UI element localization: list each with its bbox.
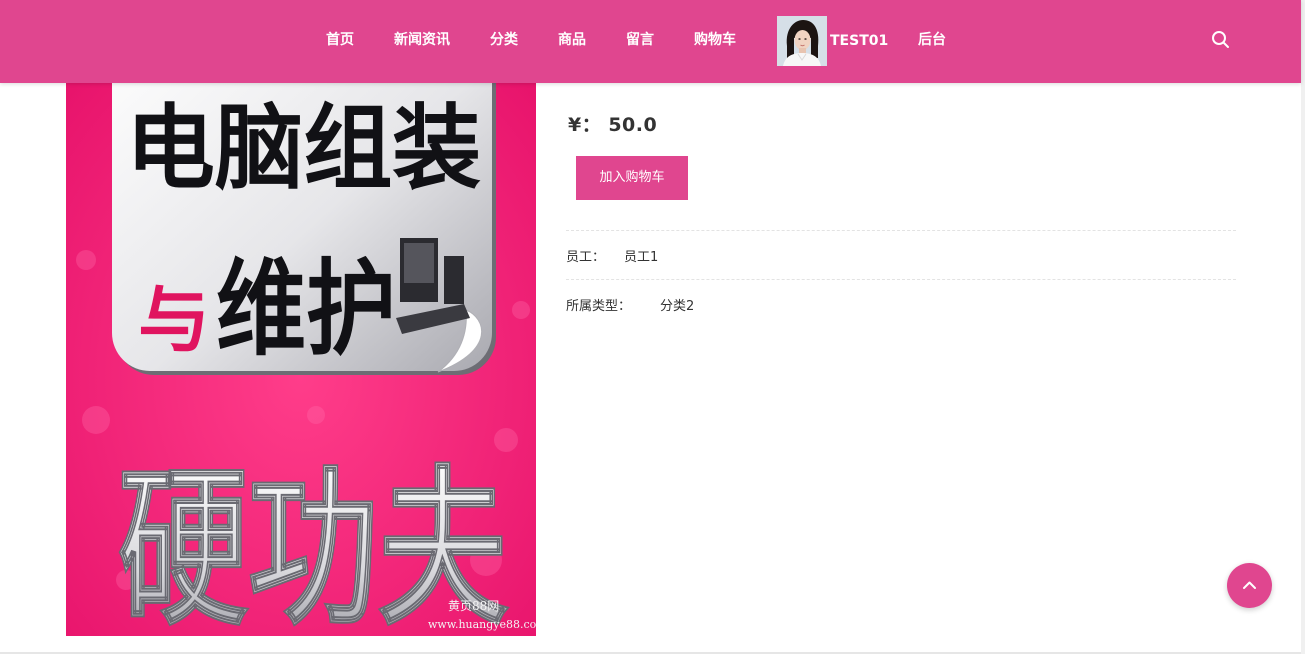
search-icon[interactable] [1210, 29, 1232, 51]
top-navbar: 首页 新闻资讯 分类 商品 留言 购物车 TEST01 后台 [0, 0, 1301, 83]
page-scrollbar[interactable] [1301, 0, 1305, 654]
staff-label: 员工： [566, 250, 606, 265]
nav-admin[interactable]: 后台 [918, 0, 946, 80]
type-value: 分类2 [660, 299, 695, 314]
cover-title-line-2: 维护 [216, 248, 396, 370]
cover-watermark-name: 黄页88网 [448, 599, 499, 613]
nav-message[interactable]: 留言 [626, 0, 654, 80]
nav-products[interactable]: 商品 [558, 0, 586, 80]
nav-home[interactable]: 首页 [326, 0, 354, 80]
info-divider [566, 279, 1236, 280]
user-avatar [777, 16, 827, 66]
nav-user[interactable]: TEST01 [777, 16, 888, 66]
cover-watermark-url: www.huangye88.com [428, 618, 536, 631]
product-image: 电脑组装 与 维护 硬功夫 黄页88网 www.huangye88.com [66, 60, 536, 636]
back-to-top-button[interactable] [1227, 563, 1272, 608]
product-price: ¥： 50.0 [568, 114, 658, 136]
nav-category[interactable]: 分类 [490, 0, 518, 80]
nav-news[interactable]: 新闻资讯 [394, 0, 450, 80]
info-divider [566, 230, 1236, 231]
cover-title-connector: 与 [138, 278, 210, 362]
chevron-up-icon [1243, 581, 1256, 589]
type-label: 所属类型： [566, 299, 632, 314]
nav-cart[interactable]: 购物车 [694, 0, 736, 80]
product-detail-page: 首页 新闻资讯 分类 商品 留言 购物车 TEST01 后台 电脑组装 与 维护… [0, 0, 1305, 654]
cover-title-line-1: 电脑组装 [126, 95, 481, 202]
staff-value: 员工1 [624, 250, 659, 265]
nav-user-label: TEST01 [830, 33, 889, 49]
add-to-cart-button[interactable]: 加入购物车 [576, 156, 688, 200]
